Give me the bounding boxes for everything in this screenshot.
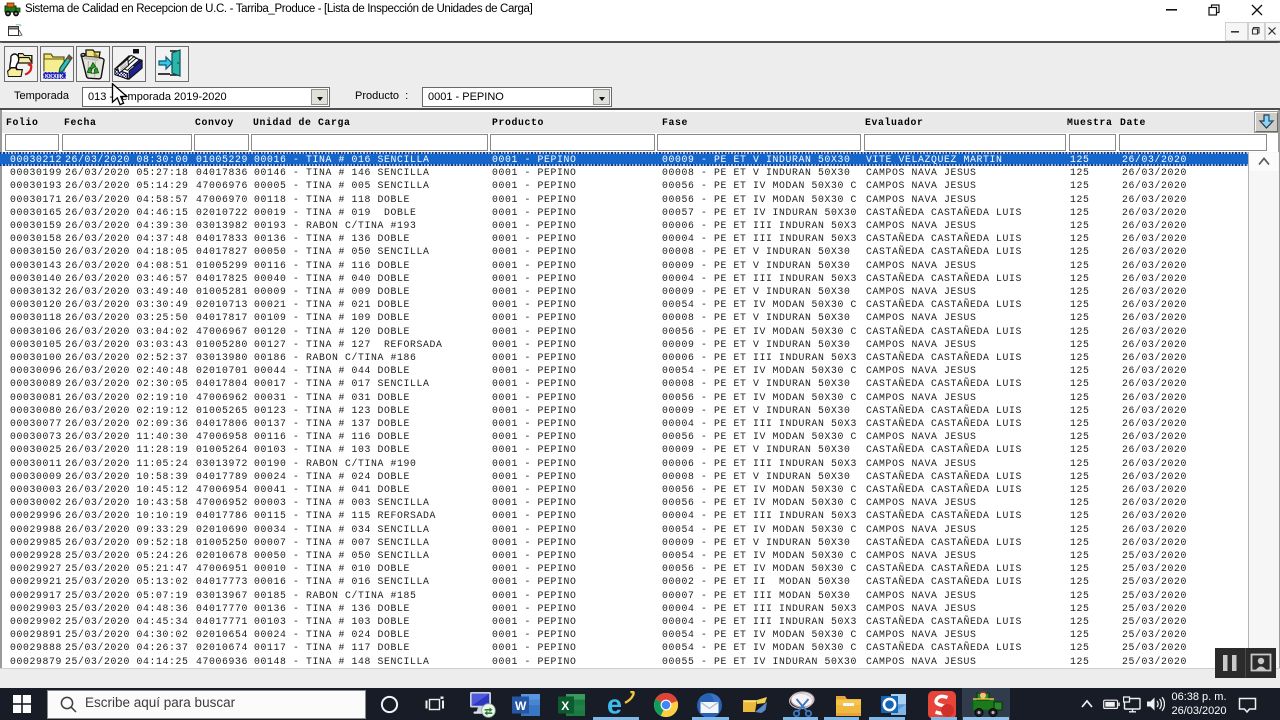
svg-text:W: W xyxy=(515,699,527,713)
svg-text:X: X xyxy=(561,699,569,713)
svg-text:e: e xyxy=(607,691,622,719)
